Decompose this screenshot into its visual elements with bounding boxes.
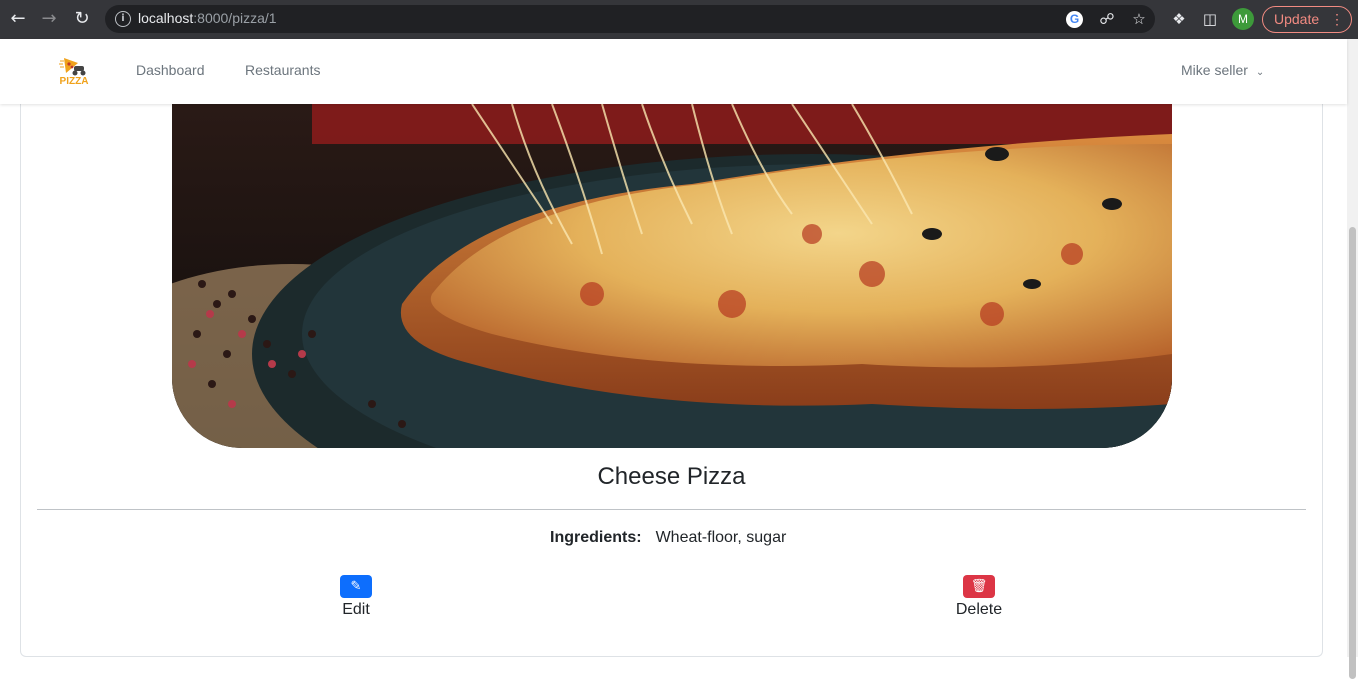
pizza-title: Cheese Pizza <box>597 463 746 490</box>
update-button[interactable]: Update ⋮ <box>1262 6 1352 33</box>
delete-label[interactable]: Delete <box>949 601 1009 619</box>
ingredients-label: Ingredients: <box>550 529 642 546</box>
google-icon[interactable]: G <box>1066 11 1083 28</box>
extensions-icon[interactable]: ❖ <box>1168 8 1190 30</box>
site-info-icon[interactable]: i <box>115 11 131 27</box>
page-scrollbar[interactable] <box>1347 39 1358 679</box>
forward-arrow-icon[interactable]: → <box>37 7 61 31</box>
bookmark-star-icon[interactable]: ☆ <box>1128 8 1150 30</box>
side-panel-icon[interactable]: ◫ <box>1199 8 1221 30</box>
logo-text: PIZZA <box>59 76 89 87</box>
edit-label[interactable]: Edit <box>333 601 379 619</box>
pizza-image <box>172 104 1172 448</box>
user-menu-dropdown[interactable]: Mike seller ⌄ <box>1181 62 1264 78</box>
pizza-scooter-icon <box>59 58 86 76</box>
reload-icon[interactable]: ↻ <box>70 7 94 31</box>
nav-link-restaurants[interactable]: Restaurants <box>245 62 320 78</box>
more-menu-icon[interactable]: ⋮ <box>1330 7 1344 32</box>
share-icon[interactable]: ☍ <box>1096 8 1118 30</box>
trash-icon: 🗑 <box>970 579 988 594</box>
url-text[interactable]: localhost:8000/pizza/1 <box>138 10 277 26</box>
profile-avatar[interactable]: M <box>1232 8 1254 30</box>
delete-button[interactable]: 🗑 <box>963 575 995 598</box>
edit-action: ✎ Edit <box>333 575 379 619</box>
edit-button[interactable]: ✎ <box>340 575 372 598</box>
scrollbar-thumb[interactable] <box>1349 227 1356 679</box>
browser-toolbar: ← → ↻ i localhost:8000/pizza/1 G ☍ ☆ ❖ ◫… <box>0 0 1358 39</box>
pizza-logo[interactable]: PIZZA <box>56 55 92 89</box>
divider <box>37 509 1306 510</box>
nav-link-dashboard[interactable]: Dashboard <box>136 62 205 78</box>
chevron-down-icon: ⌄ <box>1255 67 1265 78</box>
back-arrow-icon[interactable]: ← <box>6 7 30 31</box>
delete-action: 🗑 Delete <box>949 575 1009 619</box>
ingredients-row: Ingredients: Wheat-floor, sugar <box>550 529 786 547</box>
app-navbar: PIZZA Dashboard Restaurants Mike seller ⌄ <box>0 39 1347 104</box>
pencil-icon: ✎ <box>350 579 362 594</box>
ingredients-value: Wheat-floor, sugar <box>655 529 787 546</box>
address-bar[interactable]: i localhost:8000/pizza/1 <box>105 5 1155 33</box>
